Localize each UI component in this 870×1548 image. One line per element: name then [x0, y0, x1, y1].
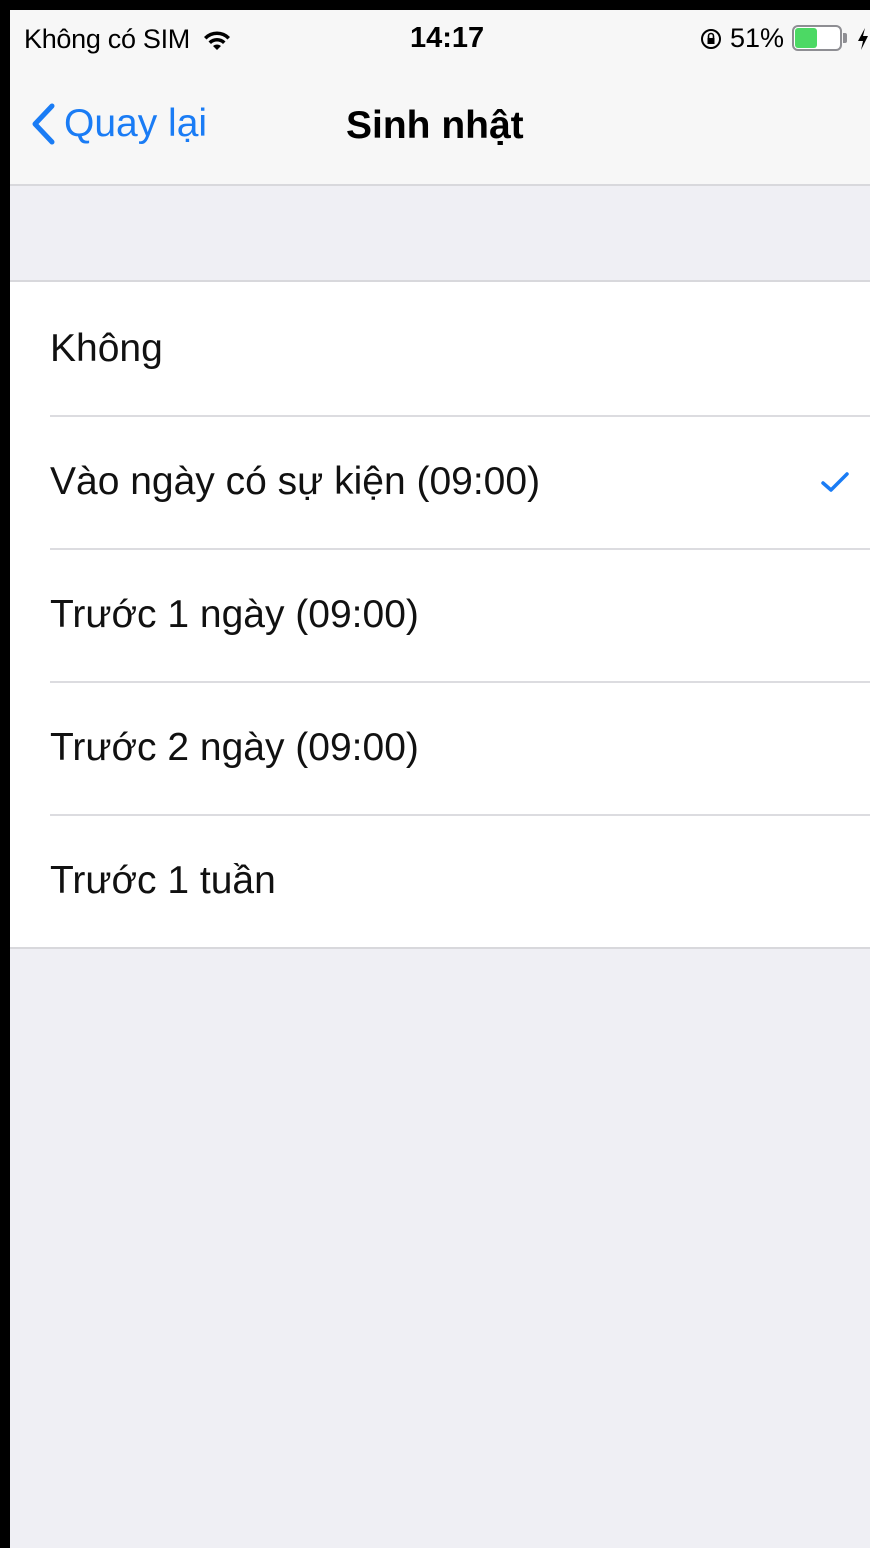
status-right: 51% — [700, 23, 870, 54]
status-bar: Không có SIM 14:17 51% — [10, 10, 870, 72]
option-2-days-before[interactable]: Trước 2 ngày (09:00) — [10, 681, 870, 814]
chevron-left-icon — [32, 103, 55, 145]
charge-icon — [858, 27, 868, 50]
option-label: Trước 1 tuần — [50, 858, 276, 902]
screen: Không có SIM 14:17 51% Quay lại Sinh nhậ… — [10, 10, 870, 1548]
option-label: Trước 2 ngày (09:00) — [50, 725, 419, 769]
back-button[interactable]: Quay lại — [30, 102, 207, 146]
wifi-icon — [204, 30, 230, 50]
orientation-lock-icon — [700, 28, 721, 49]
reminder-options-list: Không Vào ngày có sự kiện (09:00) Trước … — [10, 280, 870, 949]
option-label: Không — [50, 326, 163, 370]
option-1-day-before[interactable]: Trước 1 ngày (09:00) — [10, 548, 870, 681]
option-none[interactable]: Không — [10, 282, 870, 415]
back-button-label: Quay lại — [64, 102, 208, 145]
option-1-week-before[interactable]: Trước 1 tuần — [10, 814, 870, 947]
battery-fill — [795, 27, 817, 48]
option-label: Trước 1 ngày (09:00) — [50, 592, 419, 636]
battery-percent: 51% — [729, 23, 784, 53]
battery-icon — [792, 24, 848, 53]
navigation-bar: Quay lại Sinh nhật — [10, 72, 870, 186]
page-title: Sinh nhật — [346, 104, 524, 147]
status-carrier: Không có SIM — [24, 24, 232, 55]
option-on-event-day[interactable]: Vào ngày có sự kiện (09:00) — [10, 415, 870, 548]
option-label: Vào ngày có sự kiện (09:00) — [50, 459, 541, 503]
check-icon — [821, 471, 849, 492]
status-time: 14:17 — [410, 22, 485, 54]
carrier-label: Không có SIM — [24, 24, 190, 54]
